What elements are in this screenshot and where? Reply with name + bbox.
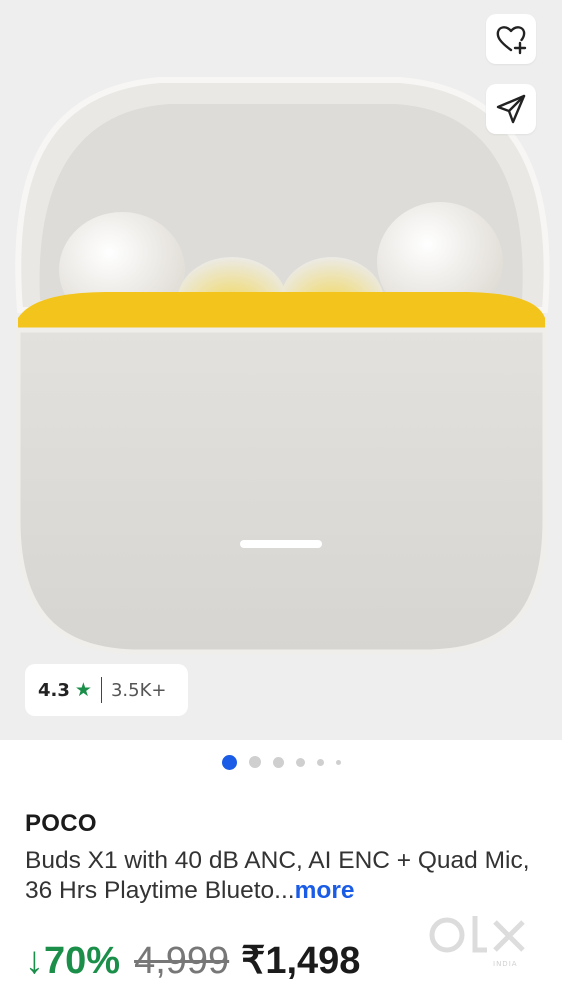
wishlist-button[interactable] — [486, 14, 536, 64]
send-icon — [496, 94, 526, 124]
original-price: 4,999 — [134, 940, 230, 982]
olx-watermark-logo: INDIA — [429, 916, 525, 968]
rating-count: 3.5K+ — [110, 679, 167, 701]
product-image-carousel[interactable]: 4.3 ★ 3.5K+ — [0, 0, 562, 740]
carousel-dot[interactable] — [272, 756, 284, 768]
heart-plus-icon — [496, 26, 527, 55]
star-icon: ★ — [74, 679, 92, 701]
discount-percent: ↓70% — [25, 940, 121, 982]
price-row: ↓70% 4,999 ₹1,498 — [25, 938, 360, 986]
carousel-dot[interactable] — [248, 756, 261, 768]
carousel-dot[interactable] — [316, 758, 324, 766]
product-brand: POCO — [25, 810, 97, 837]
product-title: Buds X1 with 40 dB ANC, AI ENC + Quad Mi… — [25, 846, 540, 906]
carousel-indicator — [0, 754, 562, 770]
carousel-dot[interactable] — [295, 757, 305, 767]
rating-value: 4.3 — [38, 679, 70, 701]
more-link[interactable]: more — [295, 877, 355, 904]
selling-price: ₹1,498 — [241, 940, 361, 982]
carousel-dot[interactable] — [335, 759, 341, 765]
svg-text:INDIA: INDIA — [493, 960, 518, 968]
carousel-dot-active[interactable] — [221, 754, 237, 770]
product-image[interactable] — [0, 0, 562, 740]
product-title-text: Buds X1 with 40 dB ANC, AI ENC + Quad Mi… — [25, 847, 530, 904]
rating-divider — [100, 677, 102, 703]
rating-badge[interactable]: 4.3 ★ 3.5K+ — [25, 664, 188, 716]
share-button[interactable] — [486, 84, 536, 134]
